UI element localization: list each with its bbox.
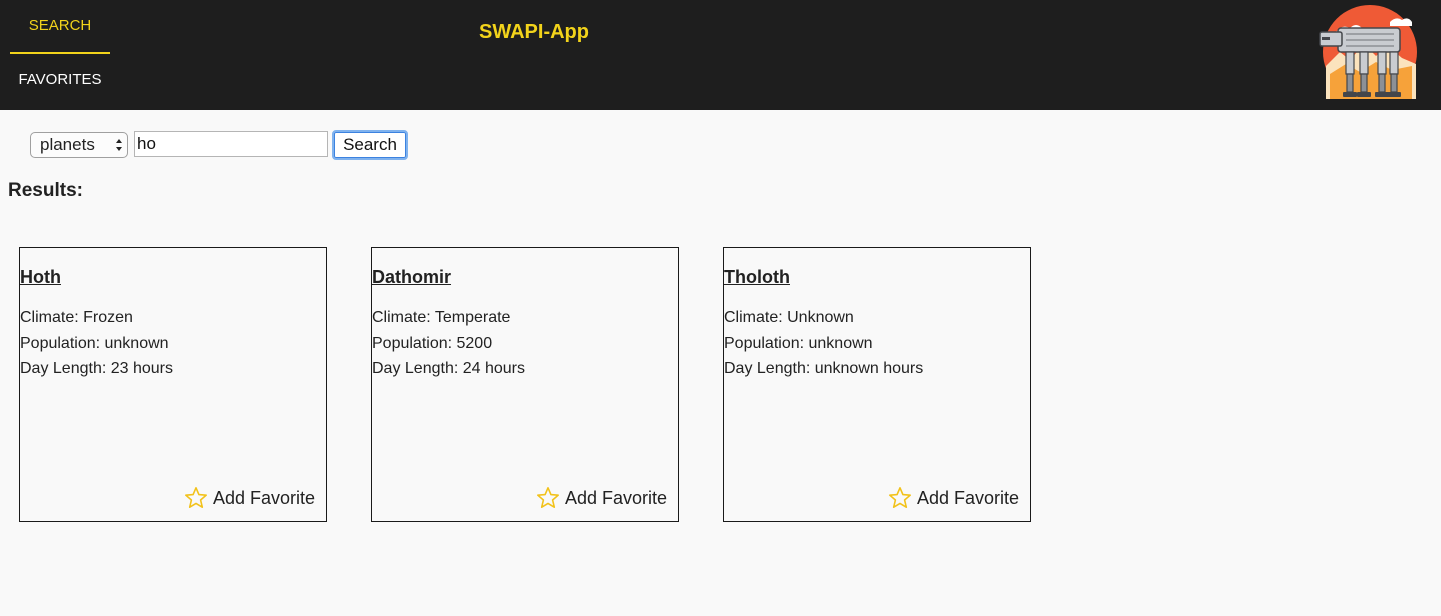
resource-type-select[interactable]: planets [30, 132, 128, 158]
app-header: SEARCH FAVORITES SWAPI-App [0, 0, 1441, 110]
search-button[interactable]: Search [332, 130, 408, 160]
search-input[interactable]: ho [134, 131, 328, 157]
planet-name-link[interactable]: Hoth [20, 267, 61, 288]
add-favorite-label: Add Favorite [564, 487, 667, 508]
add-favorite-label: Add Favorite [212, 487, 315, 508]
planet-climate: Climate: Temperate [372, 309, 511, 326]
select-arrows-icon [116, 139, 122, 151]
star-outline-icon [536, 487, 559, 508]
planet-name-link[interactable]: Dathomir [372, 267, 451, 288]
app-title: SWAPI-App [479, 21, 589, 43]
nav-tab-search[interactable]: SEARCH [10, 0, 110, 54]
planet-population: Population: unknown [20, 335, 169, 352]
planet-day-length: Day Length: 23 hours [20, 360, 173, 377]
result-card: Tholoth Climate: Unknown Population: unk… [723, 247, 1031, 522]
nav-tab-favorites[interactable]: FAVORITES [10, 58, 110, 102]
planet-climate: Climate: Unknown [724, 309, 854, 326]
planet-population: Population: 5200 [372, 335, 493, 352]
planet-climate: Climate: Frozen [20, 309, 133, 326]
planet-day-length: Day Length: 24 hours [372, 360, 525, 377]
add-favorite-button[interactable]: Add Favorite [888, 485, 1019, 511]
at-at-walker-logo-icon [1319, 5, 1417, 99]
result-card: Hoth Climate: Frozen Population: unknown… [19, 247, 327, 522]
results-heading: Results: [8, 180, 83, 201]
planet-name-link[interactable]: Tholoth [724, 267, 790, 288]
resource-type-selected-value: planets [40, 135, 95, 154]
planet-population: Population: unknown [724, 335, 873, 352]
planet-day-length: Day Length: unknown hours [724, 360, 924, 377]
star-outline-icon [888, 487, 911, 508]
add-favorite-button[interactable]: Add Favorite [184, 485, 315, 511]
add-favorite-button[interactable]: Add Favorite [536, 485, 667, 511]
add-favorite-label: Add Favorite [916, 487, 1019, 508]
star-outline-icon [184, 487, 207, 508]
result-card: Dathomir Climate: Temperate Population: … [371, 247, 679, 522]
